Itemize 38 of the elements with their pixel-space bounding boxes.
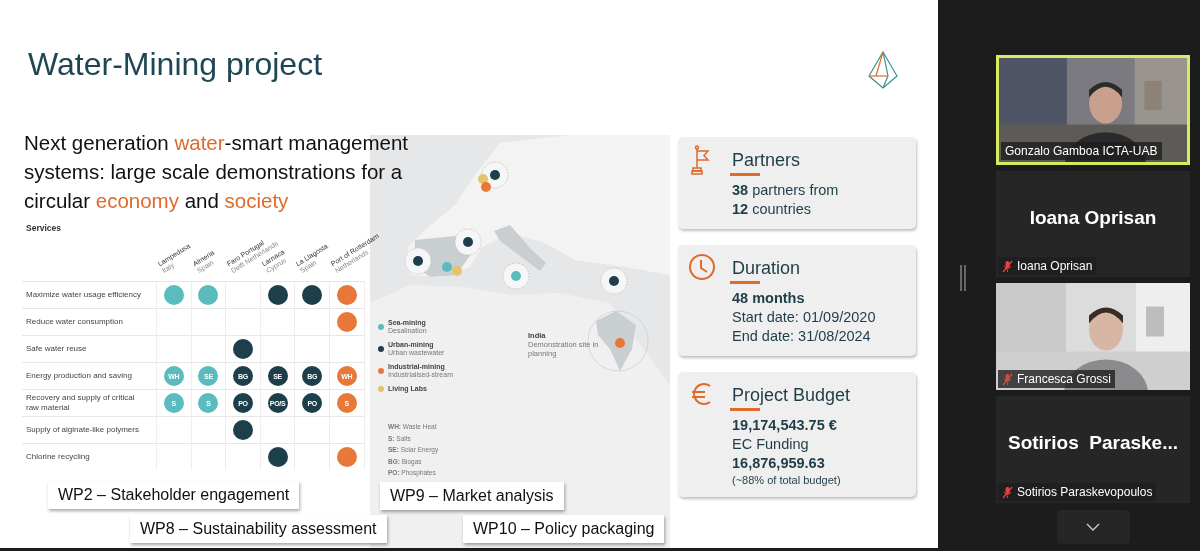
participant-name: Gonzalo Gamboa ICTA-UAB: [1005, 144, 1158, 158]
card-text: 38 partners from: [732, 181, 839, 200]
slide-title: Water-Mining project: [28, 45, 322, 84]
card-text: 16,876,959.63: [732, 454, 826, 473]
card-title: Project Budget: [732, 384, 851, 406]
participant-display-name: Sotirios Paraske...: [1007, 432, 1179, 454]
table-cell: Safe water reuse: [22, 335, 157, 362]
work-package-label: WP2 – Stakeholder engagement: [48, 481, 300, 509]
logo-icon: [866, 50, 900, 90]
table-cell: Maximize water usage efficiency: [22, 281, 157, 308]
card-text: Start date: 01/09/2020: [732, 308, 876, 327]
chevron-down-icon: [1086, 523, 1100, 531]
card-text: (~88% of total budget): [732, 473, 842, 487]
clock-icon: [688, 253, 718, 283]
participant-name: Francesca Grossi: [1017, 372, 1112, 386]
work-package-label: WP10 – Policy packaging: [463, 515, 665, 543]
participant-display-name: Ioana Oprisan: [1028, 207, 1158, 229]
card-title: Partners: [732, 149, 802, 171]
card-text: 48 months: [732, 289, 806, 308]
card-title: Duration: [732, 257, 802, 279]
table-cell: Supply of alginate-like polymers: [22, 416, 157, 443]
work-package-label: WP8 – Sustainability assessment: [130, 515, 387, 543]
card-text: End date: 31/08/2024: [732, 327, 872, 346]
resize-handle-icon[interactable]: [960, 265, 966, 291]
card-text: 19,174,543.75 €: [732, 416, 838, 435]
table-cell: [157, 443, 192, 470]
table-header: Services: [25, 223, 62, 235]
table-cell: Chlorine recycling: [22, 443, 157, 470]
table-cell: [191, 443, 227, 470]
card-text: 12 countries: [732, 200, 812, 219]
participant-name: Ioana Oprisan: [1017, 259, 1093, 273]
participant-name: Sotirios Paraskevopoulos: [1017, 485, 1153, 499]
table-cell: Recovery and supply of critical raw material: [22, 389, 157, 416]
work-package-label: WP9 – Market analysis: [380, 482, 564, 510]
table-cell: Energy production and saving: [22, 362, 157, 389]
slide-subtitle: Next generation water-smart management systems: large scale demonstrations for a circular economy and society: [24, 130, 409, 214]
table-cell: Reduce water consumption: [22, 308, 157, 335]
card-text: EC Funding: [732, 435, 810, 454]
